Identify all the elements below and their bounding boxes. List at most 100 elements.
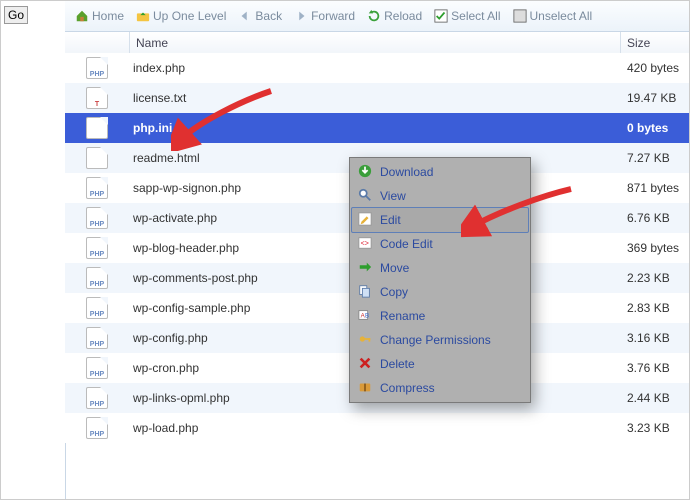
ctx-rename[interactable]: AB Rename	[352, 304, 528, 328]
file-size: 7.27 KB	[621, 151, 689, 165]
ctx-label: Change Permissions	[380, 333, 491, 347]
file-icon-cell: PHP	[65, 207, 129, 229]
file-row[interactable]: PHP wp-load.php3.23 KB	[65, 413, 689, 443]
file-php-icon: PHP	[86, 327, 108, 349]
file-size: 3.23 KB	[621, 421, 689, 435]
ctx-label: Rename	[380, 309, 425, 323]
left-panel	[1, 1, 66, 499]
svg-text:B: B	[365, 313, 369, 320]
file-size: 0 bytes	[621, 121, 689, 135]
toolbar-up-label: Up One Level	[153, 9, 226, 23]
file-ini-icon	[86, 117, 108, 139]
file-name: license.txt	[129, 91, 621, 105]
file-size: 19.47 KB	[621, 91, 689, 105]
file-txt-icon: T	[86, 87, 108, 109]
file-row[interactable]: Tlicense.txt19.47 KB	[65, 83, 689, 113]
file-size: 2.23 KB	[621, 271, 689, 285]
home-icon	[75, 9, 89, 23]
toolbar-forward[interactable]: Forward	[290, 9, 359, 23]
file-icon-cell: PHP	[65, 237, 129, 259]
file-row[interactable]: PHP index.php420 bytes	[65, 53, 689, 83]
ctx-code-edit[interactable]: <> Code Edit	[352, 232, 528, 256]
file-size: 2.44 KB	[621, 391, 689, 405]
toolbar-up[interactable]: Up One Level	[132, 9, 230, 23]
forward-arrow-icon	[294, 9, 308, 23]
ctx-copy[interactable]: Copy	[352, 280, 528, 304]
file-php-icon: PHP	[86, 297, 108, 319]
file-size: 369 bytes	[621, 241, 689, 255]
toolbar-home-label: Home	[92, 9, 124, 23]
key-icon	[358, 332, 374, 348]
file-php-icon: PHP	[86, 207, 108, 229]
file-size: 420 bytes	[621, 61, 689, 75]
toolbar-back[interactable]: Back	[234, 9, 286, 23]
file-icon-cell: PHP	[65, 267, 129, 289]
file-icon-cell: T	[65, 87, 129, 109]
go-button[interactable]	[4, 6, 28, 24]
col-icon-header[interactable]	[65, 32, 130, 54]
file-php-icon: PHP	[86, 237, 108, 259]
file-name: index.php	[129, 61, 621, 75]
file-name: wp-load.php	[129, 421, 621, 435]
code-icon: <>	[358, 236, 374, 252]
copy-icon	[358, 284, 374, 300]
magnifier-icon	[358, 188, 374, 204]
file-php-icon: PHP	[86, 57, 108, 79]
ctx-label: Delete	[380, 357, 415, 371]
table-header: Name Size	[65, 32, 689, 55]
download-icon	[358, 164, 374, 180]
main-panel: Home Up One Level Back Forward Reload	[65, 1, 689, 499]
toolbar-unselect-all-label: Unselect All	[530, 9, 593, 23]
move-icon	[358, 260, 374, 276]
file-name: php.ini	[129, 121, 621, 135]
col-name-header[interactable]: Name	[130, 32, 621, 54]
file-icon-cell: PHP	[65, 417, 129, 439]
delete-icon	[358, 356, 374, 372]
svg-text:<>: <>	[361, 241, 369, 248]
ctx-label: Compress	[380, 381, 435, 395]
file-row[interactable]: php.ini0 bytes	[65, 113, 689, 143]
pencil-icon	[358, 212, 374, 228]
folder-up-icon	[136, 9, 150, 23]
ctx-label: Code Edit	[380, 237, 433, 251]
ctx-label: Move	[380, 261, 409, 275]
ctx-view[interactable]: View	[352, 184, 528, 208]
file-size: 3.76 KB	[621, 361, 689, 375]
file-icon-cell: PHP	[65, 177, 129, 199]
file-icon-cell: PHP	[65, 327, 129, 349]
toolbar-forward-label: Forward	[311, 9, 355, 23]
file-icon-cell: PHP	[65, 297, 129, 319]
ctx-compress[interactable]: Compress	[352, 376, 528, 400]
ctx-edit[interactable]: Edit	[351, 207, 529, 233]
back-arrow-icon	[238, 9, 252, 23]
ctx-delete[interactable]: Delete	[352, 352, 528, 376]
compress-icon	[358, 380, 374, 396]
ctx-permissions[interactable]: Change Permissions	[352, 328, 528, 352]
ctx-label: Edit	[380, 213, 401, 227]
reload-icon	[367, 9, 381, 23]
file-php-icon: PHP	[86, 387, 108, 409]
toolbar-reload[interactable]: Reload	[363, 9, 426, 23]
toolbar: Home Up One Level Back Forward Reload	[65, 1, 689, 32]
file-icon-cell	[65, 117, 129, 139]
rename-icon: AB	[358, 308, 374, 324]
file-icon-cell: PHP	[65, 387, 129, 409]
col-size-header[interactable]: Size	[621, 32, 689, 54]
ctx-label: View	[380, 189, 406, 203]
ctx-download[interactable]: Download	[352, 160, 528, 184]
file-html-icon	[86, 147, 108, 169]
ctx-label: Copy	[380, 285, 408, 299]
ctx-label: Download	[380, 165, 433, 179]
file-php-icon: PHP	[86, 417, 108, 439]
toolbar-home[interactable]: Home	[71, 9, 128, 23]
toolbar-unselect-all[interactable]: Unselect All	[509, 9, 597, 23]
checkbox-checked-icon	[434, 9, 448, 23]
ctx-move[interactable]: Move	[352, 256, 528, 280]
file-php-icon: PHP	[86, 177, 108, 199]
file-size: 2.83 KB	[621, 301, 689, 315]
toolbar-select-all[interactable]: Select All	[430, 9, 504, 23]
context-menu: Download View Edit <> Code Edit Move Cop…	[349, 157, 531, 403]
toolbar-back-label: Back	[255, 9, 282, 23]
checkbox-empty-icon	[513, 9, 527, 23]
toolbar-reload-label: Reload	[384, 9, 422, 23]
